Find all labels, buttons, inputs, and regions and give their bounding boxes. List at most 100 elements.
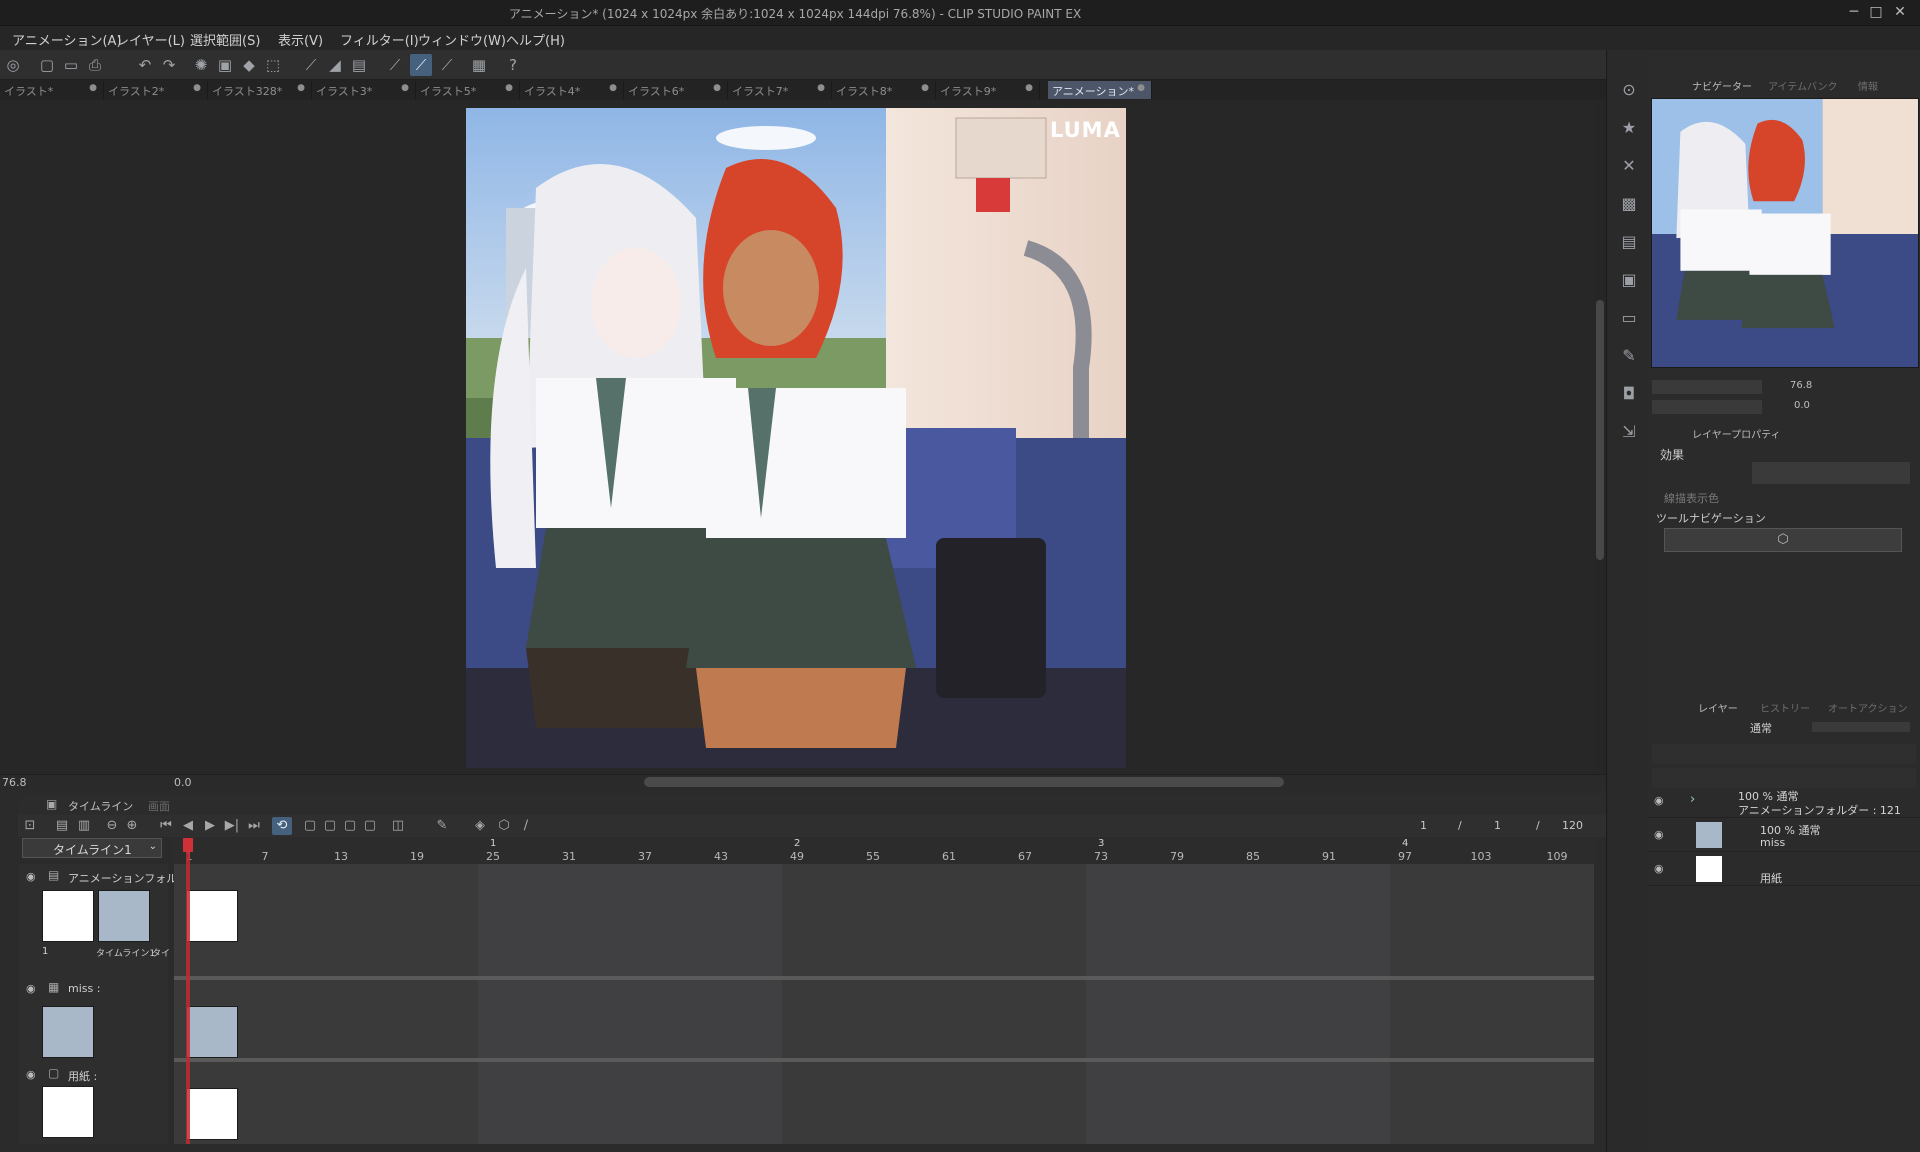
menu-selection[interactable]: 選択範囲(S)	[190, 30, 260, 49]
tab-illust-1[interactable]: イラスト* ●	[0, 81, 104, 99]
specify-cel-icon[interactable]: ▥	[74, 817, 94, 835]
navigator-rotate-value[interactable]: 0.0	[1794, 400, 1810, 411]
tab-close-icon[interactable]: ●	[401, 83, 409, 93]
opacity-slider[interactable]	[1812, 722, 1910, 732]
canvas-horizontal-scrollbar[interactable]	[644, 777, 1284, 787]
timeline-track-area[interactable]	[174, 864, 1594, 1144]
snap-grid-icon[interactable]: ⟋	[436, 54, 458, 76]
tab-illust-4[interactable]: イラスト4* ●	[520, 81, 624, 99]
tab-illust-6[interactable]: イラスト6* ●	[624, 81, 728, 99]
transform-icon[interactable]: ⬚	[262, 54, 284, 76]
menu-layer[interactable]: レイヤー(L)	[116, 30, 185, 49]
new-timeline-icon[interactable]: ⊡	[20, 817, 40, 835]
tab-close-icon[interactable]: ●	[817, 83, 825, 93]
tab-info[interactable]: 情報	[1858, 78, 1878, 93]
tool-navigation-button[interactable]: ⬡	[1664, 528, 1902, 552]
next-frame-icon[interactable]: ▶|	[222, 817, 242, 835]
keyframe-3-icon[interactable]: ▢	[360, 817, 380, 835]
tab-close-icon[interactable]: ●	[89, 83, 97, 93]
timeline-ruler[interactable]: 1 7 13 19 25 31 37 43 49 55 61 67 73 79 …	[174, 838, 1594, 864]
end-frame[interactable]: 120	[1562, 819, 1583, 832]
clip-studio-icon[interactable]: ◎	[2, 54, 24, 76]
playhead-handle[interactable]	[183, 838, 193, 852]
eye-icon[interactable]: ◉	[26, 870, 36, 883]
track-cel-paper[interactable]	[186, 1088, 238, 1140]
deselect-icon[interactable]: ⟋	[300, 54, 322, 76]
navigator-zoom-slider[interactable]	[1652, 380, 1762, 394]
menu-window[interactable]: ウィンドウ(W)	[418, 30, 506, 49]
track-cel-miss[interactable]	[186, 1006, 238, 1058]
playhead[interactable]	[186, 838, 190, 1144]
redo-icon[interactable]: ↷	[158, 54, 180, 76]
folder-expand-icon[interactable]: ›	[1690, 792, 1695, 807]
navigator-preview[interactable]	[1651, 98, 1919, 368]
clear-icon[interactable]: ✺	[190, 54, 212, 76]
canvas-vertical-scrollbar[interactable]	[1594, 100, 1606, 774]
blend-mode-select[interactable]: 通常	[1744, 718, 1810, 736]
tab-illust-9[interactable]: イラスト9* ●	[936, 81, 1040, 99]
clear-outside-icon[interactable]: ▣	[214, 54, 236, 76]
add-keyframe-icon[interactable]: ▢	[300, 817, 320, 835]
tab-animation[interactable]: アニメーション* ●	[1048, 81, 1152, 99]
tab-illust-3[interactable]: イラスト3* ●	[312, 81, 416, 99]
tab-illust-2[interactable]: イラスト2* ●	[104, 81, 208, 99]
tab-close-icon[interactable]: ●	[713, 83, 721, 93]
tab-illust-328[interactable]: イラスト328* ●	[208, 81, 312, 99]
eye-icon[interactable]: ◉	[1654, 828, 1664, 841]
tab-illust-8[interactable]: イラスト8* ●	[832, 81, 936, 99]
zoom-in-icon[interactable]: ⊕	[122, 817, 142, 835]
tab-close-icon[interactable]: ●	[297, 83, 305, 93]
zoom-out-icon[interactable]: ⊖	[102, 817, 122, 835]
tab-item-bank[interactable]: アイテムバンク	[1768, 78, 1838, 93]
save-icon[interactable]: ⎙	[84, 54, 106, 76]
zoom-readout[interactable]: 76.8	[2, 776, 27, 789]
notes-icon[interactable]: ▦	[468, 54, 490, 76]
new-file-icon[interactable]: ▢	[36, 54, 58, 76]
menu-animation[interactable]: アニメーション(A)	[12, 30, 122, 49]
snap-special-ruler-icon[interactable]: ⟋	[410, 54, 432, 76]
tab-auto-action[interactable]: オートアクション	[1828, 700, 1908, 715]
minimize-button[interactable]: ─	[1844, 2, 1864, 22]
tab-layer[interactable]: レイヤー	[1698, 700, 1738, 715]
help-circle-icon[interactable]: ?	[502, 54, 524, 76]
open-file-icon[interactable]: ▭	[60, 54, 82, 76]
cel-thumbnail-blank[interactable]	[42, 890, 94, 942]
fill-icon[interactable]: ◆	[238, 54, 260, 76]
tab-illust-5[interactable]: イラスト5* ●	[416, 81, 520, 99]
navigator-rotate-slider[interactable]	[1652, 400, 1762, 414]
miss-thumbnail[interactable]	[42, 1006, 94, 1058]
vscroll-thumb[interactable]	[1596, 300, 1604, 560]
tab-navigator[interactable]: ナビゲーター	[1692, 78, 1752, 93]
tab-close-icon[interactable]: ●	[505, 83, 513, 93]
camera-icon[interactable]: ◘	[1617, 382, 1641, 406]
cel-thumbnail-image[interactable]	[98, 890, 150, 942]
color-set-icon[interactable]: ▩	[1617, 192, 1641, 216]
tab-close-icon[interactable]: ●	[193, 83, 201, 93]
paper-thumbnail[interactable]	[42, 1086, 94, 1138]
first-frame-icon[interactable]: ⏮	[156, 817, 176, 835]
loop-icon[interactable]: ⟲	[272, 817, 292, 835]
timeline-layer-miss[interactable]: miss :	[68, 982, 100, 995]
prev-frame-icon[interactable]: ◀	[178, 817, 198, 835]
onion-skin-icon[interactable]: ◫	[388, 817, 408, 835]
tab-close-icon[interactable]: ●	[609, 83, 617, 93]
keyframe-2-icon[interactable]: ▢	[340, 817, 360, 835]
menu-view[interactable]: 表示(V)	[278, 30, 323, 49]
menu-filter[interactable]: フィルター(I)	[340, 30, 419, 49]
navigator-zoom-value[interactable]: 76.8	[1790, 380, 1812, 391]
layer-row-paper[interactable]: ◉ 用紙	[1648, 852, 1920, 886]
effect-buttons[interactable]	[1752, 462, 1910, 484]
tab-close-icon[interactable]: ●	[1137, 83, 1145, 93]
timeline-select[interactable]: タイムライン1 ⌄	[22, 838, 162, 858]
edit-icon[interactable]: ✎	[1617, 344, 1641, 368]
layer-row-anim-folder[interactable]: ◉ › 100 % 通常 アニメーションフォルダー : 121	[1648, 784, 1920, 818]
cel-tool-icon[interactable]: ✎	[432, 817, 452, 835]
current-frame[interactable]: 1	[1420, 819, 1427, 832]
material-icon[interactable]: ★	[1617, 116, 1641, 140]
camera-icon[interactable]: ◈	[470, 817, 490, 835]
close-button[interactable]: ✕	[1890, 2, 1910, 22]
eye-icon[interactable]: ◉	[26, 1068, 36, 1081]
timeline-tab-2[interactable]: 画面	[148, 798, 170, 814]
canvas-artwork[interactable]	[466, 108, 1126, 768]
invert-selection-icon[interactable]: ◢	[324, 54, 346, 76]
